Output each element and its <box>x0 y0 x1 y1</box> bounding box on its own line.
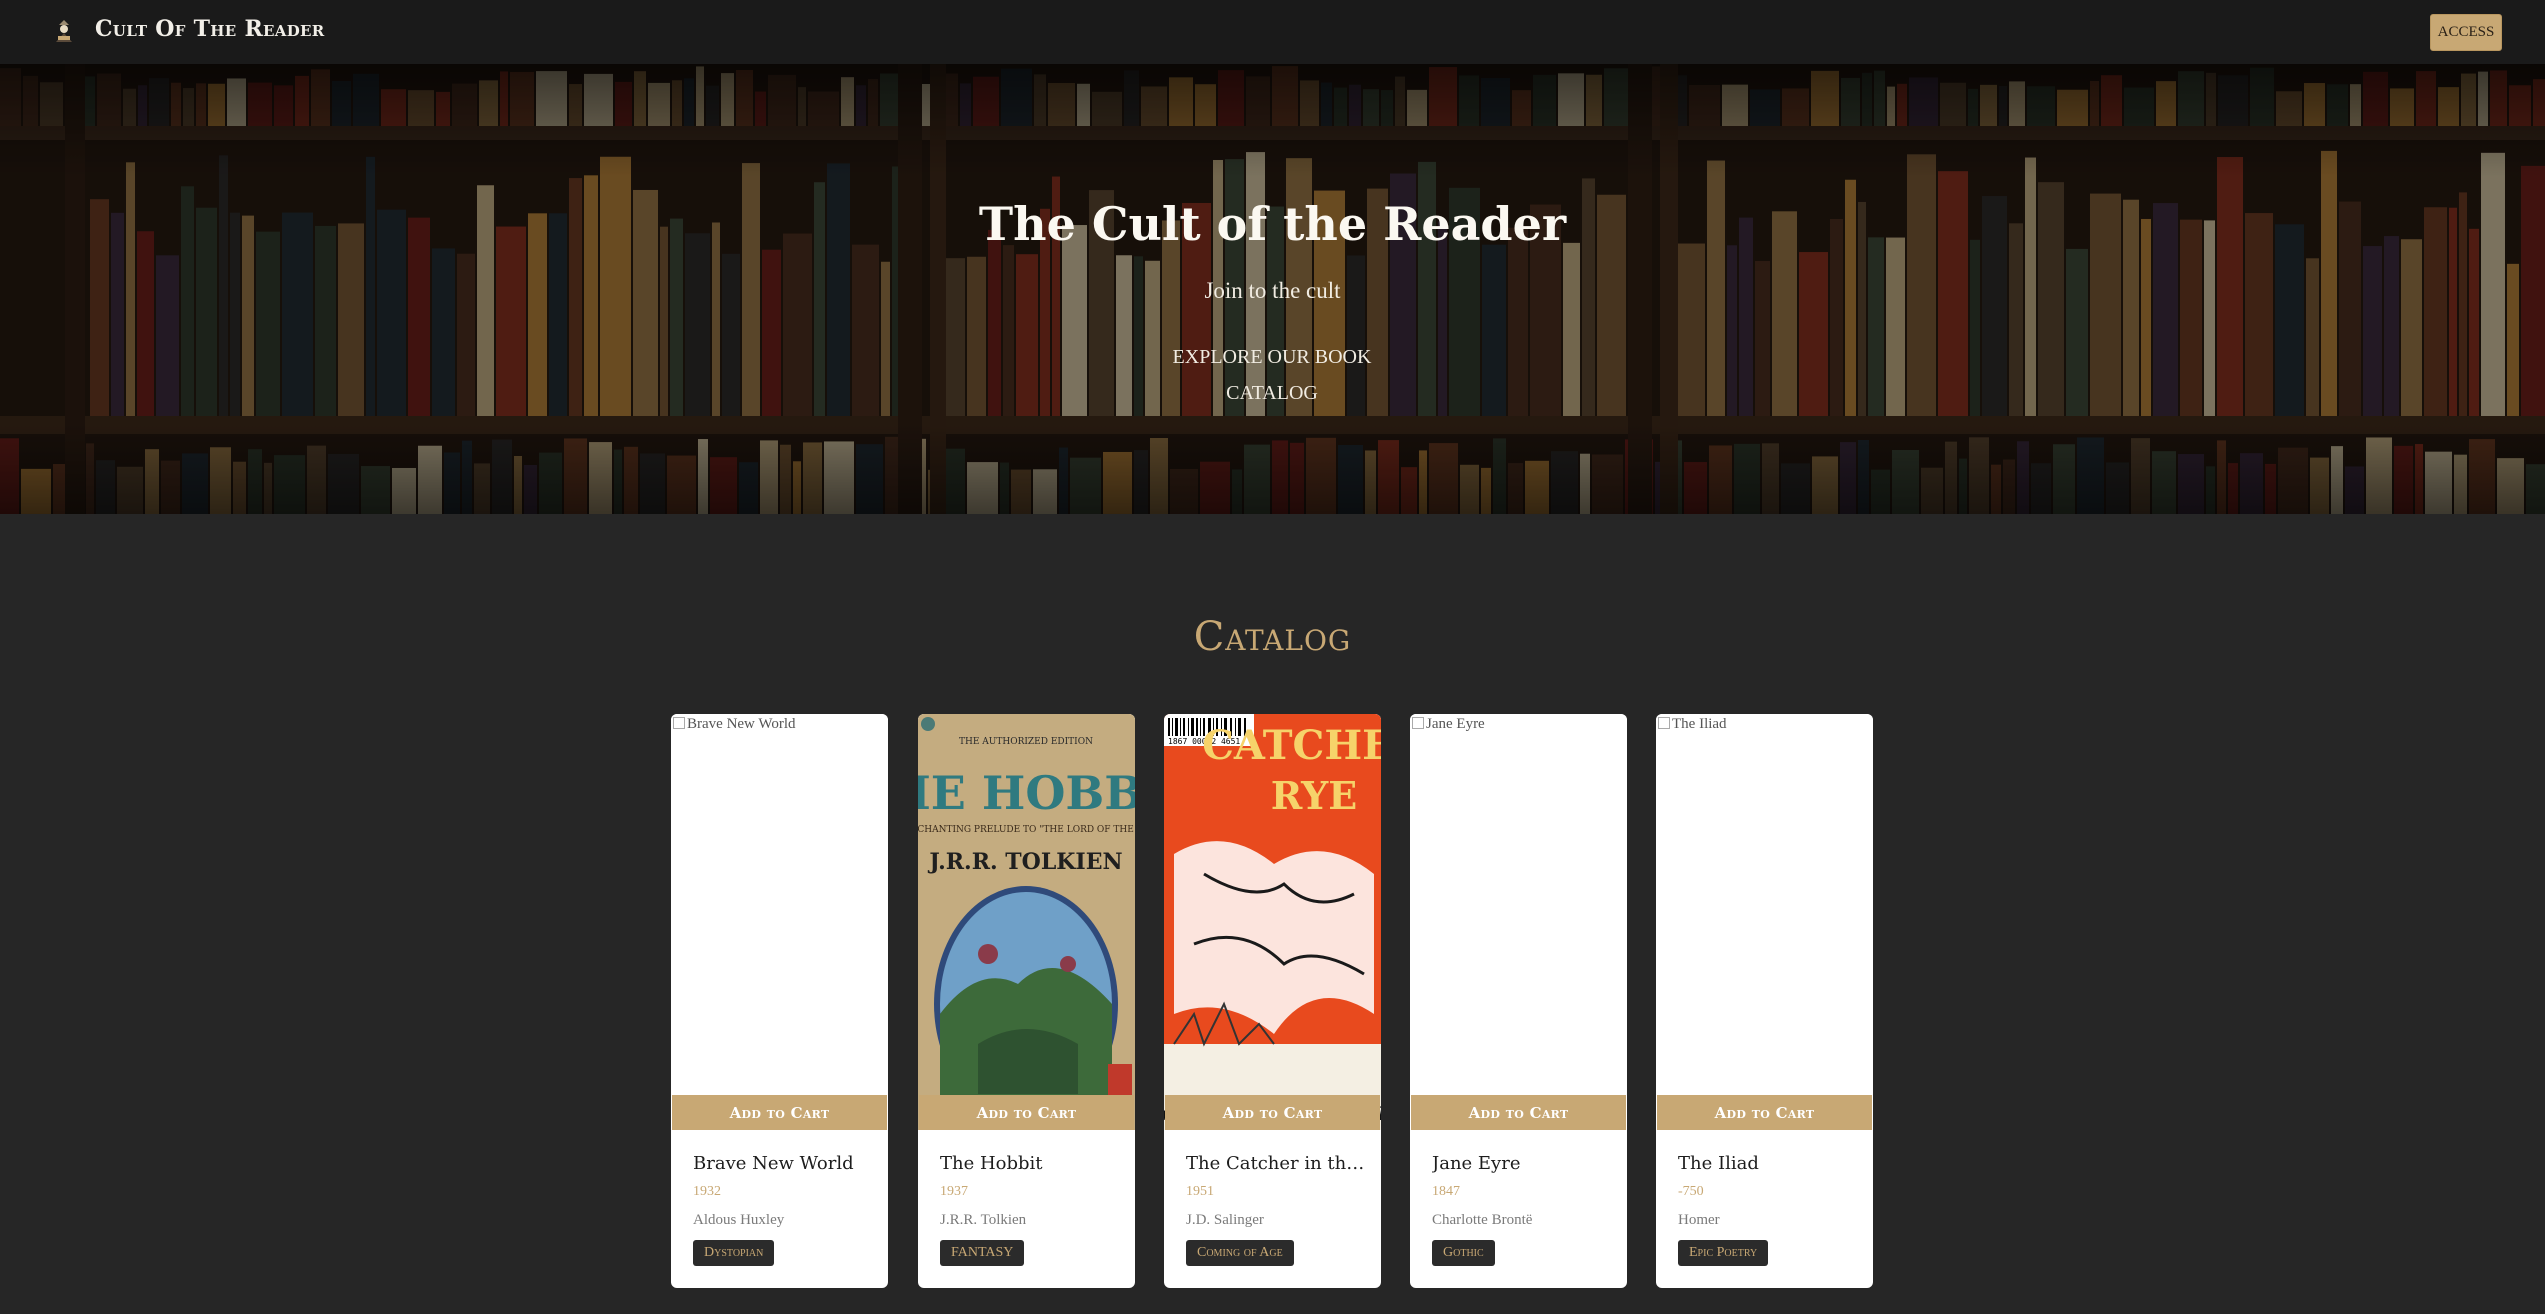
book-title[interactable]: Brave New World <box>693 1153 873 1174</box>
book-author: J.D. Salinger <box>1186 1212 1264 1228</box>
genre-badge[interactable]: Dystopian <box>693 1240 775 1266</box>
hero-title: The Cult of the Reader <box>978 197 1567 251</box>
book-cover-image[interactable]: Jane Eyre Add to Cart <box>1410 714 1627 1130</box>
add-to-cart-button[interactable]: Add to Cart <box>672 1095 887 1130</box>
cover-alt-text: Jane Eyre <box>1412 716 1485 733</box>
hero-banner: The Cult of the Reader Join to the cult … <box>0 64 2545 514</box>
book-card[interactable]: THE AUTHORIZED EDITION THE HOBBIT THE ENCH… <box>918 714 1135 1288</box>
genre-badge[interactable]: FANTASY <box>940 1240 1025 1266</box>
cover-edition: THE AUTHORIZED EDITION <box>959 737 1093 747</box>
book-title[interactable]: The Hobbit <box>940 1153 1120 1174</box>
top-nav: Cult Of The Reader ACCESS <box>0 0 2545 64</box>
book-cover-image[interactable]: 1867 00082 4651CATCHERRYEnovel by J. D. … <box>1164 714 1381 1130</box>
book-year: 1847 <box>1432 1184 1460 1199</box>
book-card[interactable]: 1867 00082 4651CATCHERRYEnovel by J. D. … <box>1164 714 1381 1288</box>
brand-title[interactable]: Cult Of The Reader <box>95 16 325 42</box>
book-author: J.R.R. Tolkien <box>940 1212 1027 1228</box>
book-year: 1937 <box>940 1184 968 1199</box>
cover-title-bottom: RYE <box>1271 773 1358 818</box>
book-card[interactable]: Jane Eyre Add to Cart Jane Eyre 1847 Charlot… <box>1410 714 1627 1288</box>
broken-image-icon <box>673 717 685 729</box>
cover-author: J.R.R. TOLKIEN <box>927 849 1122 875</box>
cover-title: THE HOBBIT <box>918 766 1135 820</box>
book-author: Aldous Huxley <box>693 1212 785 1228</box>
access-button[interactable]: ACCESS <box>2430 14 2502 51</box>
broken-image-icon <box>1412 717 1424 729</box>
book-author: Homer <box>1678 1212 1720 1228</box>
book-card[interactable]: The Iliad Add to Cart The Iliad -750 Homer Ep… <box>1656 714 1873 1288</box>
book-cover-image[interactable]: The Iliad Add to Cart <box>1656 714 1873 1130</box>
add-to-cart-button[interactable]: Add to Cart <box>1411 1095 1626 1130</box>
add-to-cart-button[interactable]: Add to Cart <box>1165 1095 1380 1130</box>
add-to-cart-button[interactable]: Add to Cart <box>1657 1095 1872 1130</box>
hero-subtitle: Join to the cult <box>1204 278 1341 303</box>
book-title[interactable]: The Catcher in the ... <box>1186 1153 1366 1174</box>
genre-badge[interactable]: Coming of Age <box>1186 1240 1294 1266</box>
reader-logo-icon[interactable] <box>52 18 76 44</box>
book-year: 1951 <box>1186 1184 1214 1199</box>
book-year: -750 <box>1678 1184 1704 1199</box>
book-title[interactable]: The Iliad <box>1678 1153 1858 1174</box>
book-cover-image[interactable]: Brave New World Add to Cart <box>671 714 888 1130</box>
book-author: Charlotte Brontë <box>1432 1212 1533 1228</box>
cover-tagline: THE ENCHANTING PRELUDE TO "THE LORD OF T… <box>918 825 1135 835</box>
book-card[interactable]: Brave New World Add to Cart Brave New Worl… <box>671 714 888 1288</box>
catalog-heading: Catalog <box>1193 614 1352 660</box>
hobbit-cover-art: THE AUTHORIZED EDITION THE HOBBIT THE ENCH… <box>918 714 1135 1130</box>
book-cover-image[interactable]: THE AUTHORIZED EDITION THE HOBBIT THE ENCH… <box>918 714 1135 1130</box>
add-to-cart-button[interactable]: Add to Cart <box>919 1095 1134 1130</box>
explore-catalog-link[interactable]: EXPLORE OUR BOOK CATALOG <box>1132 339 1412 404</box>
genre-badge[interactable]: Gothic <box>1432 1240 1495 1266</box>
cover-title: CATCHER <box>1202 722 1381 769</box>
broken-image-icon <box>1658 717 1670 729</box>
book-year: 1932 <box>693 1184 721 1199</box>
book-title[interactable]: Jane Eyre <box>1432 1153 1612 1174</box>
catcher-cover-art: 1867 00082 4651CATCHERRYEnovel by J. D. … <box>1164 714 1381 1130</box>
cover-alt-text: The Iliad <box>1658 716 1727 733</box>
genre-badge[interactable]: Epic Poetry <box>1678 1240 1769 1266</box>
cover-alt-text: Brave New World <box>673 716 796 733</box>
